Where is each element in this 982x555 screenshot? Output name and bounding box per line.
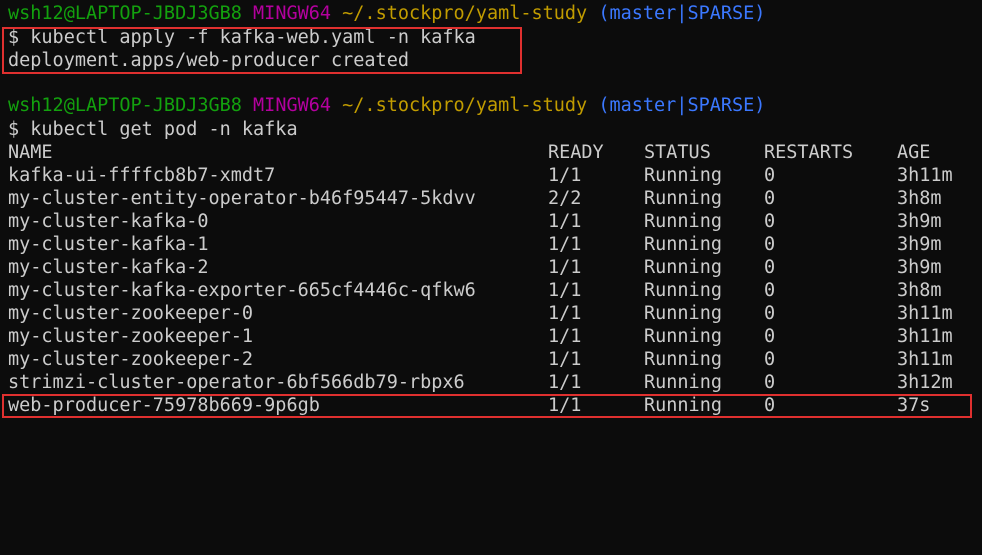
pod-name: my-cluster-zookeeper-0: [8, 303, 254, 324]
command-get-pod: $ kubectl get pod -n kafka: [8, 119, 298, 140]
header-status: STATUS: [644, 142, 711, 163]
table-row: my-cluster-entity-operator-b46f95447-5kd…: [8, 187, 978, 210]
pod-age: 3h12m: [897, 372, 953, 393]
prompt-msystem: MINGW64: [253, 3, 332, 24]
table-row: my-cluster-kafka-1 1/1 Running 0 3h9m: [8, 233, 978, 256]
pod-restarts: 0: [764, 303, 776, 324]
pod-status: Running: [644, 326, 722, 347]
pod-ready: 1/1: [548, 234, 582, 255]
pod-age: 3h11m: [897, 326, 953, 347]
pod-name: my-cluster-entity-operator-b46f95447-5kd…: [8, 188, 476, 209]
prompt-path: ~/.stockpro/yaml-study: [342, 3, 588, 24]
pod-ready: 1/1: [548, 165, 582, 186]
pod-ready: 2/2: [548, 188, 582, 209]
pod-restarts: 0: [764, 326, 776, 347]
pod-name: web-producer-75978b669-9p6gb: [8, 395, 320, 416]
table-row: kafka-ui-ffffcb8b7-xmdt7 1/1 Running 0 3…: [8, 164, 978, 187]
pod-ready: 1/1: [548, 349, 582, 370]
prompt-path: ~/.stockpro/yaml-study: [342, 95, 588, 116]
header-restarts: RESTARTS: [764, 142, 854, 163]
table-row: my-cluster-zookeeper-2 1/1 Running 0 3h1…: [8, 348, 978, 371]
prompt-user-host: wsh12@LAPTOP-JBDJ3GB8: [8, 3, 242, 24]
pod-name: my-cluster-kafka-0: [8, 211, 209, 232]
pod-ready: 1/1: [548, 303, 582, 324]
table-row: my-cluster-zookeeper-0 1/1 Running 0 3h1…: [8, 302, 978, 325]
table-row: web-producer-75978b669-9p6gb 1/1 Running…: [8, 394, 978, 417]
pod-name: my-cluster-zookeeper-2: [8, 349, 254, 370]
pod-status: Running: [644, 257, 722, 278]
pod-name: kafka-ui-ffffcb8b7-xmdt7: [8, 165, 276, 186]
command-apply: $ kubectl apply -f kafka-web.yaml -n kaf…: [8, 27, 476, 48]
prompt-line-2: wsh12@LAPTOP-JBDJ3GB8 MINGW64 ~/.stockpr…: [8, 94, 765, 117]
command-apply-output: deployment.apps/web-producer created: [8, 50, 409, 71]
pod-status: Running: [644, 211, 722, 232]
pod-name: my-cluster-zookeeper-1: [8, 326, 254, 347]
pod-age: 3h9m: [897, 257, 942, 278]
pod-status: Running: [644, 303, 722, 324]
table-row: my-cluster-zookeeper-1 1/1 Running 0 3h1…: [8, 325, 978, 348]
pod-ready: 1/1: [548, 395, 582, 416]
pod-ready: 1/1: [548, 372, 582, 393]
header-ready: READY: [548, 142, 604, 163]
pod-status: Running: [644, 234, 722, 255]
pod-status: Running: [644, 372, 722, 393]
prompt-line-1: wsh12@LAPTOP-JBDJ3GB8 MINGW64 ~/.stockpr…: [8, 2, 765, 25]
pod-age: 3h11m: [897, 349, 953, 370]
prompt-user-host: wsh12@LAPTOP-JBDJ3GB8: [8, 95, 242, 116]
prompt-git-branch: (master|SPARSE): [598, 3, 766, 24]
table-row: my-cluster-kafka-exporter-665cf4446c-qfk…: [8, 279, 978, 302]
pod-ready: 1/1: [548, 211, 582, 232]
pod-name: my-cluster-kafka-exporter-665cf4446c-qfk…: [8, 280, 476, 301]
terminal-window[interactable]: wsh12@LAPTOP-JBDJ3GB8 MINGW64 ~/.stockpr…: [0, 0, 982, 423]
pod-ready: 1/1: [548, 257, 582, 278]
table-header: NAME READY STATUS RESTARTS AGE: [8, 141, 978, 164]
pod-restarts: 0: [764, 257, 776, 278]
pod-restarts: 0: [764, 188, 776, 209]
pod-restarts: 0: [764, 165, 776, 186]
pod-age: 3h8m: [897, 188, 942, 209]
table-row: strimzi-cluster-operator-6bf566db79-rbpx…: [8, 371, 978, 394]
pod-age: 37s: [897, 395, 931, 416]
pod-ready: 1/1: [548, 280, 582, 301]
prompt-msystem: MINGW64: [253, 95, 332, 116]
pod-age: 3h11m: [897, 303, 953, 324]
pod-restarts: 0: [764, 211, 776, 232]
pod-restarts: 0: [764, 349, 776, 370]
pod-age: 3h9m: [897, 211, 942, 232]
pod-age: 3h8m: [897, 280, 942, 301]
pod-restarts: 0: [764, 395, 776, 416]
header-age: AGE: [897, 142, 931, 163]
table-row: my-cluster-kafka-2 1/1 Running 0 3h9m: [8, 256, 978, 279]
pod-name: my-cluster-kafka-2: [8, 257, 209, 278]
pod-name: my-cluster-kafka-1: [8, 234, 209, 255]
header-name: NAME: [8, 142, 53, 163]
pod-age: 3h11m: [897, 165, 953, 186]
table-row: my-cluster-kafka-0 1/1 Running 0 3h9m: [8, 210, 978, 233]
pod-status: Running: [644, 395, 722, 416]
pod-status: Running: [644, 349, 722, 370]
pod-age: 3h9m: [897, 234, 942, 255]
pod-status: Running: [644, 165, 722, 186]
pod-status: Running: [644, 280, 722, 301]
pod-restarts: 0: [764, 280, 776, 301]
pod-status: Running: [644, 188, 722, 209]
pod-restarts: 0: [764, 234, 776, 255]
pod-ready: 1/1: [548, 326, 582, 347]
pod-name: strimzi-cluster-operator-6bf566db79-rbpx…: [8, 372, 465, 393]
prompt-git-branch: (master|SPARSE): [598, 95, 766, 116]
pod-restarts: 0: [764, 372, 776, 393]
